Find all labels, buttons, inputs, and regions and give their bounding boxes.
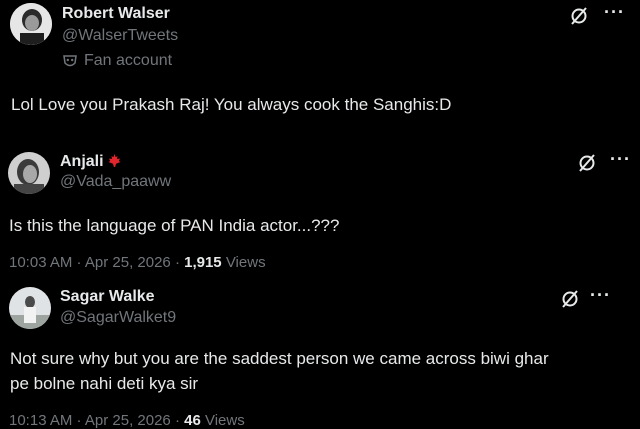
author-name[interactable]: Robert Walser — [62, 5, 170, 23]
author-handle[interactable]: @SagarWalket9 — [60, 309, 176, 327]
post-time[interactable]: 10:13 AM · Apr 25, 2026 · — [9, 412, 184, 429]
fan-account-label: Fan account — [84, 52, 173, 69]
post-anjali[interactable]: Anjali @Vada_paaww ··· Is this the langu… — [0, 140, 640, 280]
views-label: Views — [200, 412, 245, 429]
post-sagar-walke[interactable]: Sagar Walke @SagarWalket9 ··· Not sure w… — [0, 280, 640, 429]
post-text-line-2: pe bolne nahi deti kya sir — [10, 374, 199, 393]
post-text: Is this the language of PAN India actor.… — [9, 216, 340, 235]
avatar[interactable] — [8, 152, 50, 194]
author-name-text: Anjali — [60, 153, 104, 170]
author-name[interactable]: Sagar Walke — [60, 288, 155, 306]
grok-icon[interactable] — [559, 288, 581, 310]
maple-leaf-icon — [108, 154, 121, 167]
avatar[interactable] — [10, 3, 52, 45]
more-options-icon[interactable]: ··· — [590, 285, 611, 306]
avatar[interactable] — [9, 287, 51, 329]
view-count: 46 — [184, 412, 201, 429]
author-handle[interactable]: @WalserTweets — [62, 27, 178, 45]
post-text: Lol Love you Prakash Raj! You always coo… — [11, 95, 452, 114]
grok-icon[interactable] — [576, 152, 598, 174]
author-name[interactable]: Anjali — [60, 153, 122, 171]
post-time[interactable]: 10:03 AM · Apr 25, 2026 · — [9, 254, 184, 271]
grok-icon[interactable] — [568, 5, 590, 27]
post-timestamp[interactable]: 10:03 AM · Apr 25, 2026 · 1,915 Views — [9, 254, 266, 271]
post-robert-walser[interactable]: Robert Walser @WalserTweets Fan account … — [0, 0, 640, 140]
author-handle[interactable]: @Vada_paaww — [60, 173, 171, 191]
post-timestamp[interactable]: 10:13 AM · Apr 25, 2026 · 46 Views — [9, 412, 245, 429]
post-text-line-1: Not sure why but you are the saddest per… — [10, 349, 549, 368]
more-options-icon[interactable]: ··· — [610, 149, 631, 170]
more-options-icon[interactable]: ··· — [604, 2, 625, 23]
views-label: Views — [221, 254, 266, 271]
view-count: 1,915 — [184, 254, 222, 271]
fan-mask-icon — [63, 55, 77, 67]
